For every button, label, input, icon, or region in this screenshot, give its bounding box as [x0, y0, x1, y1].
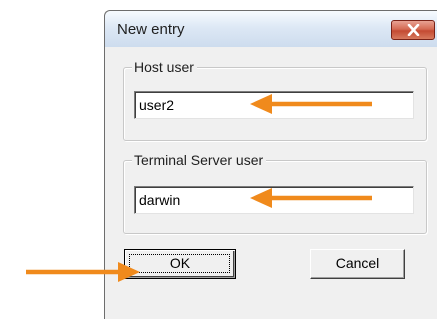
title-bar[interactable]: New entry [105, 11, 437, 47]
host-user-label: Host user [132, 59, 197, 75]
arrow-left-icon [250, 94, 372, 114]
close-button[interactable] [391, 20, 435, 40]
dialog-title: New entry [117, 21, 185, 38]
terminal-server-user-label: Terminal Server user [132, 152, 267, 168]
cancel-button-label: Cancel [335, 255, 380, 271]
close-x-icon [407, 24, 420, 36]
cancel-button[interactable]: Cancel [310, 249, 405, 279]
arrow-left-icon [250, 188, 372, 208]
ok-button-label: OK [169, 255, 191, 271]
ok-button[interactable]: OK [124, 249, 236, 279]
arrow-right-icon [26, 262, 140, 282]
